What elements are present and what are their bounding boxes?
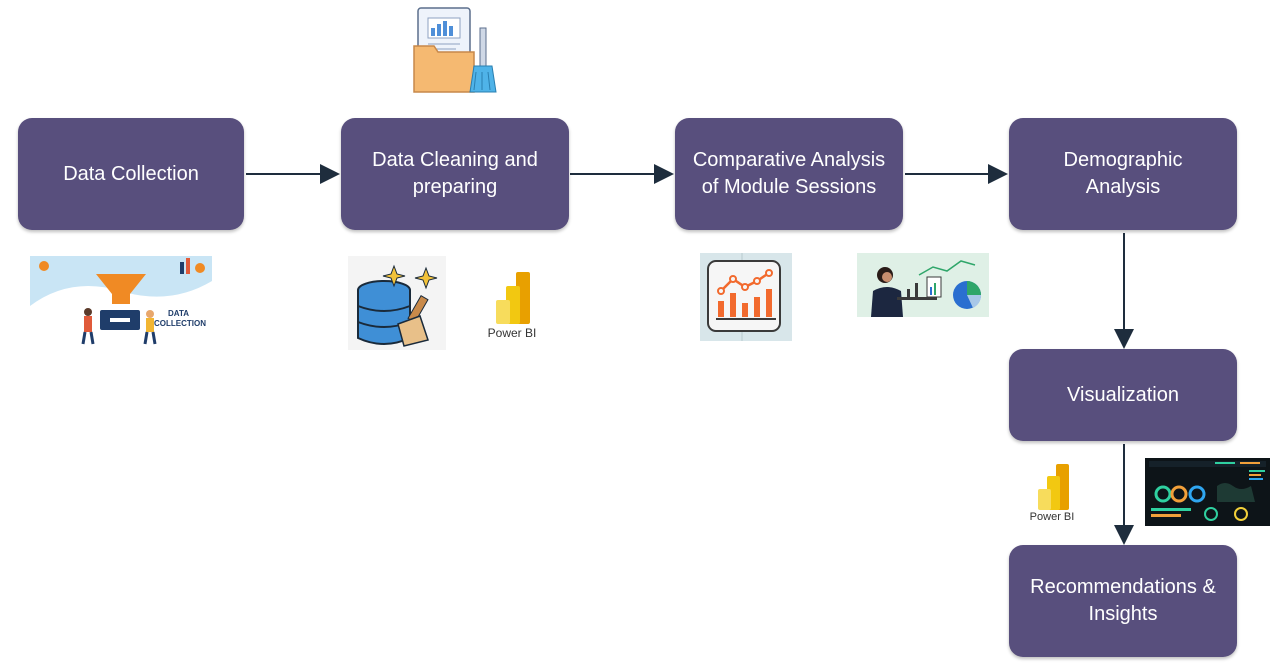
powerbi-label: Power BI — [487, 326, 537, 340]
flow-diagram: Data Collection Data Cleaning and prepar… — [0, 0, 1279, 668]
powerbi-logo — [496, 272, 530, 324]
step-label-line-2: preparing — [412, 176, 498, 198]
step-data-collection: Data Collection — [18, 118, 244, 230]
step-comparative-analysis: Comparative Analysis of Module Sessions — [675, 118, 903, 230]
line-chart-icon — [700, 253, 792, 341]
step-label-line-2: Insights — [1088, 603, 1158, 625]
step-label: Data Collection — [63, 162, 199, 185]
illustration-text-collection: COLLECTION — [154, 319, 206, 328]
step-label-line-1: Data Cleaning and — [372, 149, 538, 171]
step-label: Visualization — [1067, 383, 1179, 406]
illustration-text-data: DATA — [168, 309, 189, 318]
step-demographic-analysis: Demographic Analysis — [1009, 118, 1237, 230]
step-label-line-1: Demographic — [1063, 149, 1183, 171]
powerbi-logo — [1038, 464, 1069, 510]
step-visualization: Visualization — [1009, 349, 1237, 441]
step-label-line-2: of Module Sessions — [701, 176, 877, 198]
step-label-line-1: Comparative Analysis — [692, 149, 886, 171]
powerbi-label: Power BI — [1029, 511, 1075, 523]
database-cleaning-icon — [348, 256, 446, 350]
step-label-line-2: Analysis — [1085, 176, 1161, 198]
step-label-line-1: Recommendations & — [1030, 576, 1216, 598]
analyst-at-desk-illustration — [857, 253, 989, 317]
step-data-cleaning: Data Cleaning and preparing — [341, 118, 569, 230]
step-recommendations-insights: Recommendations & Insights — [1009, 545, 1237, 657]
dashboard-screenshot — [1145, 458, 1270, 526]
data-collection-illustration: DATA COLLECTION — [30, 256, 212, 346]
folder-chart-broom-icon — [413, 7, 497, 93]
